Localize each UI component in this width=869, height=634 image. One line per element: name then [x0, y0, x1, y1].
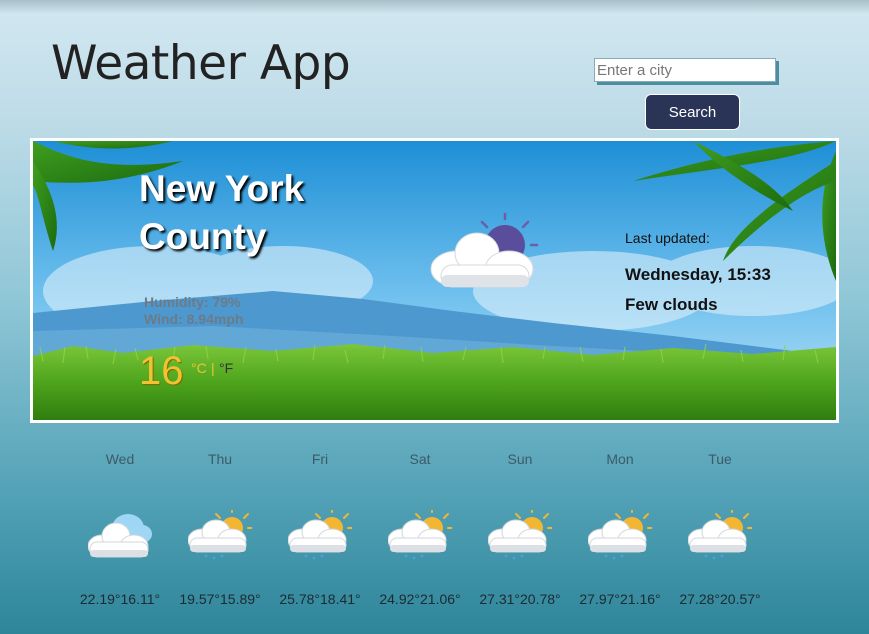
- forecast-day: Tue 27.28°20.57°: [670, 448, 770, 618]
- sun-cloud-rain-icon: [288, 510, 352, 560]
- last-updated-label: Last updated:: [625, 230, 710, 246]
- city-name: New York County: [139, 168, 305, 257]
- wind-text: Wind: 8.94mph: [144, 311, 244, 327]
- fahrenheit-link[interactable]: °F: [219, 360, 233, 376]
- sun-cloud-rain-icon: [688, 510, 752, 560]
- search-button[interactable]: Search: [645, 94, 740, 130]
- forecast-day-name: Wed: [105, 451, 135, 467]
- app-title: Weather App: [51, 36, 351, 91]
- humidity-text: Humidity: 79%: [144, 294, 241, 310]
- top-shadow: [0, 0, 869, 14]
- forecast-day-name: Mon: [606, 451, 634, 467]
- celsius-link[interactable]: °C: [191, 360, 207, 376]
- forecast-day-name: Sat: [409, 451, 431, 467]
- last-updated-value: Wednesday, 15:33: [625, 265, 771, 284]
- unit-separator: |: [211, 360, 215, 376]
- current-weather-card: New York County Humidity: 79% Wind: 8.94…: [30, 138, 839, 423]
- forecast-day-name: Fri: [311, 451, 329, 467]
- weather-condition: Few clouds: [625, 295, 718, 314]
- forecast-temps: 27.28°20.57°: [679, 591, 761, 607]
- forecast-day-name: Tue: [708, 451, 732, 467]
- forecast-day-name: Thu: [207, 451, 233, 467]
- sun-cloud-rain-icon: [488, 510, 552, 560]
- city-search-input[interactable]: [594, 58, 776, 82]
- sun-cloud-rain-icon: [388, 510, 452, 560]
- sun-cloud-rain-icon: [588, 510, 652, 560]
- forecast-day-name: Sun: [507, 451, 533, 467]
- forecast-row: Wed 22.19°16.11° Thu 19.57°15.89° Fri 25…: [70, 448, 810, 618]
- few-clouds-icon: [430, 213, 539, 288]
- cloud-icon: [88, 514, 152, 558]
- sun-cloud-rain-icon: [188, 510, 252, 560]
- current-temperature: 16: [139, 349, 184, 393]
